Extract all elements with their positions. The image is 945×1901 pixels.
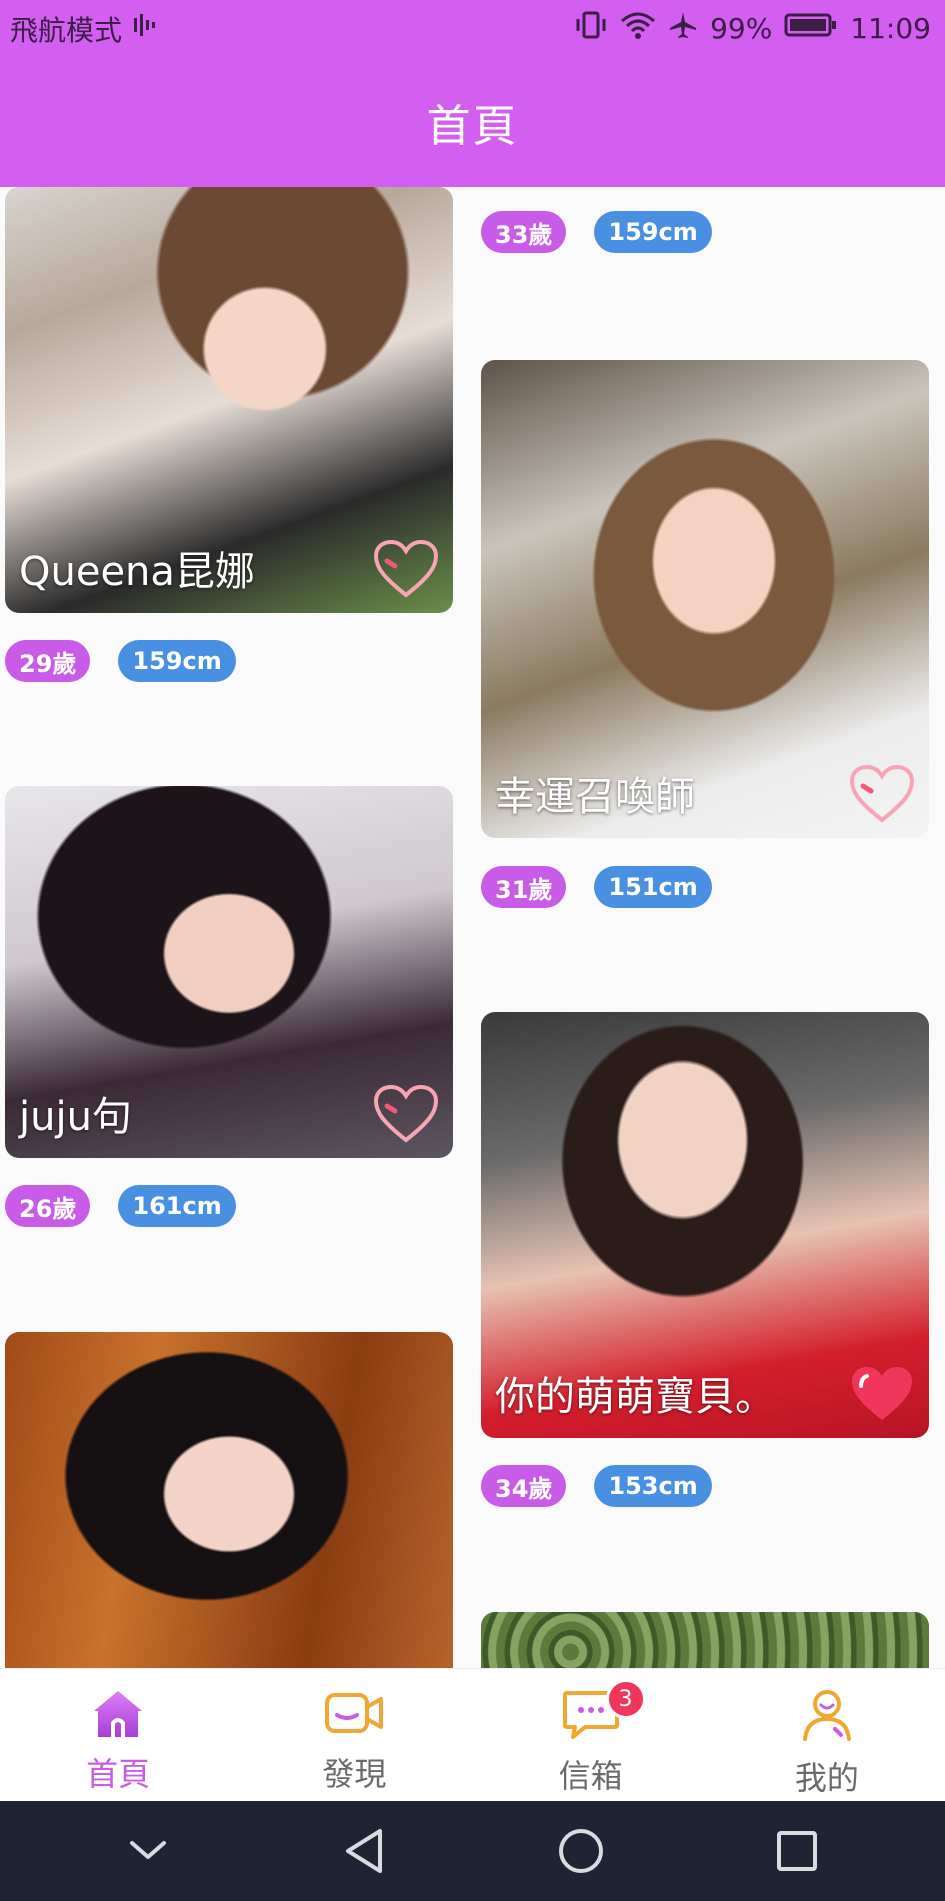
unread-badge: 3 <box>605 1679 646 1719</box>
heart-outline-icon <box>373 539 439 598</box>
heart-outline-icon <box>849 764 915 823</box>
profile-feed[interactable]: Queena昆娜 29歲 159cm juju句 26歲 161cm 33歲 1… <box>0 187 945 1668</box>
app-header: 首頁 <box>0 57 945 187</box>
system-nav-bar <box>0 1801 945 1901</box>
profile-card-photo[interactable] <box>5 1332 453 1668</box>
back-triangle-icon <box>346 1829 383 1873</box>
tab-label: 我的 <box>794 1759 859 1797</box>
like-button[interactable] <box>849 1364 915 1424</box>
height-tag: 151cm <box>594 866 712 908</box>
tab-label: 信箱 <box>558 1757 623 1795</box>
tab-discover[interactable]: 發現 <box>236 1669 472 1801</box>
like-button[interactable] <box>373 1084 439 1144</box>
age-tag: 29歲 <box>5 640 91 682</box>
like-button[interactable] <box>849 764 915 824</box>
profile-name: 你的萌萌寶貝。 <box>495 1374 775 1420</box>
profile-card-photo[interactable]: 幸運召喚師 <box>481 360 929 838</box>
profile-name: juju句 <box>19 1094 132 1140</box>
profile-tags: 26歲 161cm <box>5 1185 236 1227</box>
profile-tags: 34歲 153cm <box>481 1465 712 1507</box>
clock: 11:09 <box>850 12 931 45</box>
profile-card-photo[interactable] <box>481 1612 929 1668</box>
recents-square-icon <box>776 1831 817 1871</box>
tab-home[interactable]: 首頁 <box>0 1669 236 1801</box>
battery-percent: 99% <box>710 12 773 45</box>
battery-icon <box>784 12 838 45</box>
height-tag: 159cm <box>118 640 236 682</box>
height-tag: 161cm <box>118 1185 236 1227</box>
profile-card-photo[interactable]: 你的萌萌寶貝。 <box>481 1012 929 1438</box>
back-button[interactable] <box>324 1811 404 1891</box>
heart-outline-icon <box>373 1084 439 1143</box>
status-bar: 飛航模式 99% 11:09 <box>0 0 945 57</box>
profile-photo <box>481 1612 929 1668</box>
profile-name: 幸運召喚師 <box>495 774 695 820</box>
height-tag: 159cm <box>594 211 712 253</box>
airplane-mode-label: 飛航模式 <box>10 13 123 47</box>
home-circle-icon <box>558 1829 603 1873</box>
profile-tags: 29歲 159cm <box>5 640 236 682</box>
hide-nav-button[interactable] <box>108 1811 188 1891</box>
tab-label: 首頁 <box>86 1755 151 1793</box>
age-tag: 31歲 <box>481 866 567 908</box>
home-button[interactable] <box>541 1811 621 1891</box>
vibrate-icon <box>574 10 608 47</box>
age-tag: 34歲 <box>481 1465 567 1507</box>
profile-photo <box>5 1332 453 1668</box>
profile-card-photo[interactable]: juju句 <box>5 786 453 1158</box>
chevron-down-icon <box>130 1841 167 1859</box>
video-icon <box>325 1693 384 1733</box>
profile-icon <box>802 1690 851 1741</box>
like-button[interactable] <box>373 539 439 599</box>
profile-tags: 33歲 159cm <box>481 211 712 253</box>
tab-label: 發現 <box>322 1755 387 1793</box>
profile-card-photo[interactable]: Queena昆娜 <box>5 187 453 613</box>
page-title: 首頁 <box>426 101 519 152</box>
tab-mailbox[interactable]: 3 信箱 <box>473 1669 709 1801</box>
profile-tags: 31歲 151cm <box>481 866 712 908</box>
signal-activity-icon <box>132 12 160 45</box>
tab-profile[interactable]: 我的 <box>709 1669 945 1801</box>
home-icon <box>94 1691 143 1737</box>
airplane-icon <box>668 10 698 47</box>
bottom-tab-bar: 首頁 發現 3 信箱 我的 <box>0 1668 945 1801</box>
profile-name: Queena昆娜 <box>19 549 255 595</box>
heart-filled-icon <box>852 1367 912 1420</box>
recents-button[interactable] <box>757 1811 837 1891</box>
height-tag: 153cm <box>594 1465 712 1507</box>
age-tag: 26歲 <box>5 1185 91 1227</box>
age-tag: 33歲 <box>481 211 567 253</box>
wifi-icon <box>620 11 656 46</box>
